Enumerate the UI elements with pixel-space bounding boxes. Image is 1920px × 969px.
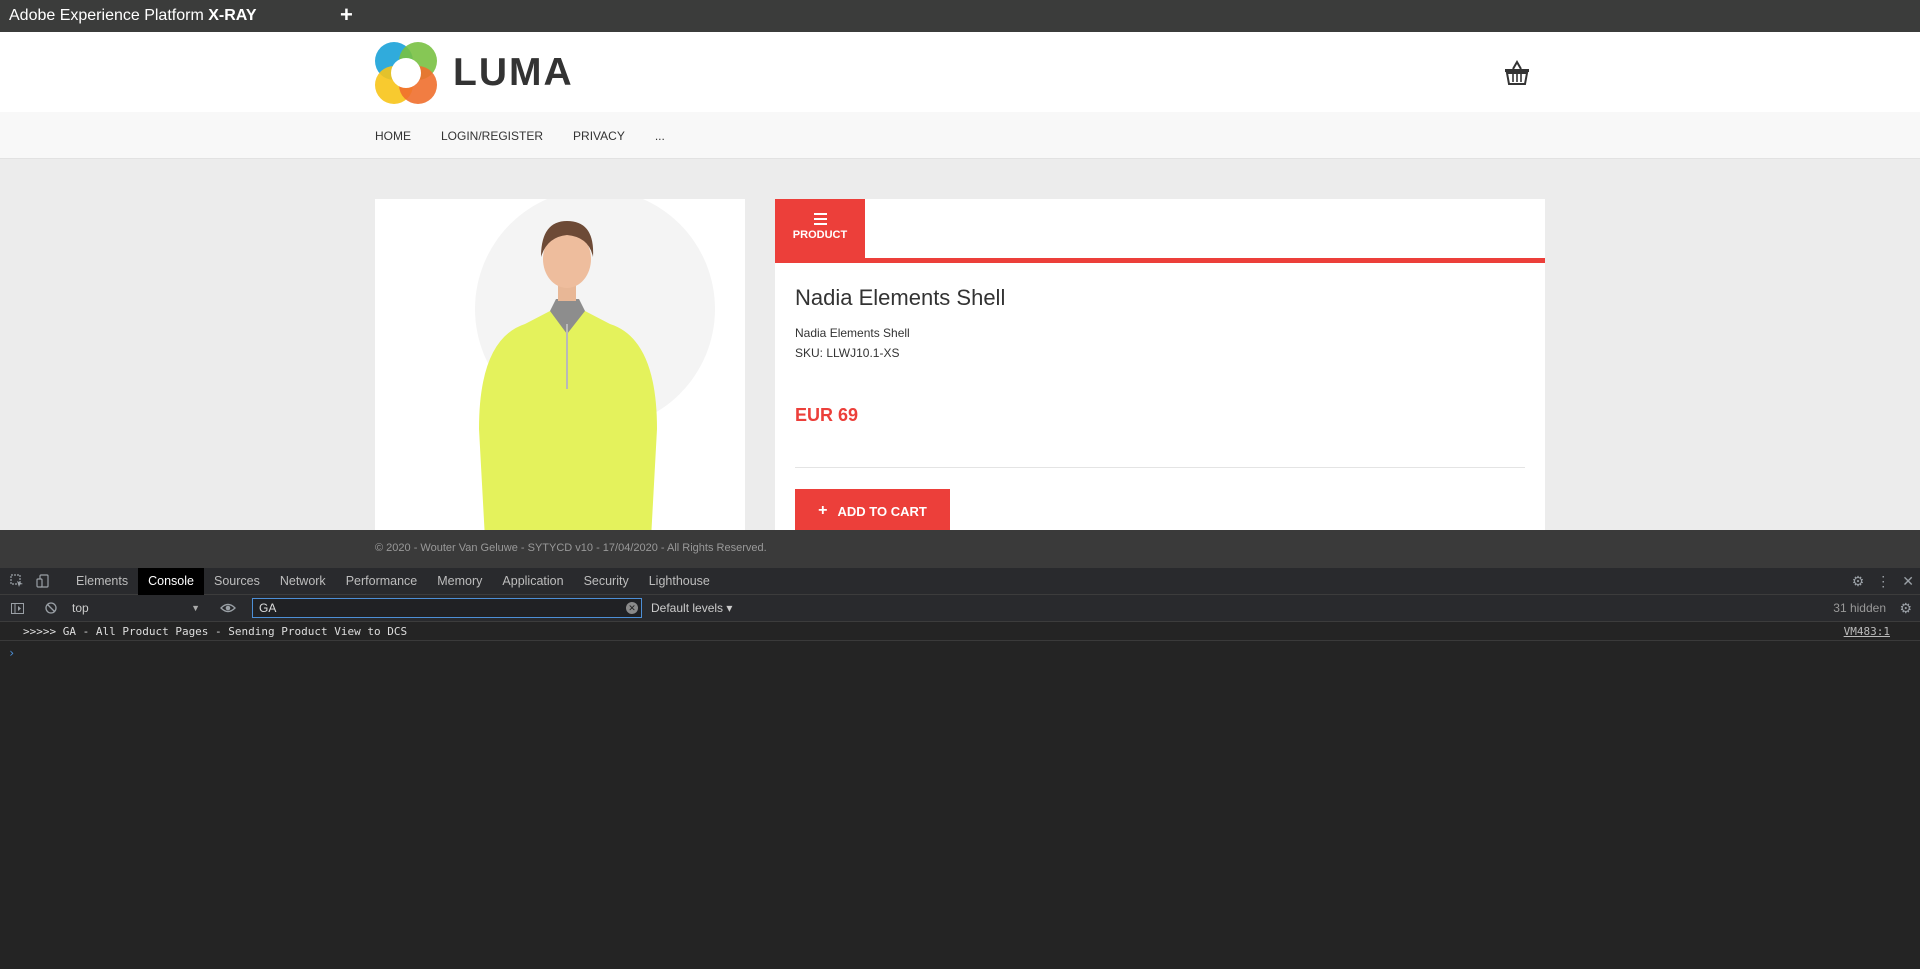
tab-application[interactable]: Application: [492, 568, 573, 595]
clear-console-icon[interactable]: [42, 599, 60, 617]
nav-privacy[interactable]: PRIVACY: [573, 129, 625, 143]
clear-filter-icon[interactable]: ✕: [626, 602, 638, 614]
log-levels-dropdown[interactable]: Default levels ▾: [651, 601, 732, 615]
xray-header-bar: Adobe Experience Platform X-RAY +: [0, 0, 1920, 32]
tab-memory[interactable]: Memory: [427, 568, 492, 595]
product-subname: Nadia Elements Shell: [795, 326, 910, 340]
nav-login-register[interactable]: LOGIN/REGISTER: [441, 129, 543, 143]
settings-gear-icon[interactable]: ⚙: [1852, 573, 1865, 590]
product-photo: [475, 199, 715, 530]
console-prompt[interactable]: ›: [8, 646, 15, 660]
product-title: Nadia Elements Shell: [795, 285, 1006, 310]
eye-icon[interactable]: [220, 601, 236, 615]
main-nav: HOME LOGIN/REGISTER PRIVACY ...: [0, 112, 1920, 159]
site-header: LUMA: [0, 32, 1920, 112]
tab-elements[interactable]: Elements: [66, 568, 138, 595]
tab-console[interactable]: Console: [138, 567, 204, 595]
devtools-tabbar: Elements Console Sources Network Perform…: [0, 567, 1920, 595]
divider: [795, 467, 1525, 468]
product-image: [375, 199, 745, 530]
console-filter-input[interactable]: [252, 598, 642, 618]
site-footer: © 2020 - Wouter Van Geluwe - SYTYCD v10 …: [0, 530, 1920, 568]
console-log-row: >>>>> GA - All Product Pages - Sending P…: [0, 622, 1920, 641]
devtools-panel: Elements Console Sources Network Perform…: [0, 567, 1920, 969]
inspect-element-icon[interactable]: [8, 572, 26, 590]
tab-network[interactable]: Network: [270, 568, 336, 595]
add-icon[interactable]: +: [340, 1, 353, 29]
tab-sources[interactable]: Sources: [204, 568, 270, 595]
basket-icon[interactable]: [1504, 60, 1530, 86]
product-price: EUR 69: [795, 405, 859, 425]
plus-icon: +: [818, 502, 828, 519]
menu-icon: [813, 213, 827, 225]
nav-home[interactable]: HOME: [375, 129, 411, 143]
tab-performance[interactable]: Performance: [336, 568, 428, 595]
website-viewport: LUMA HOME LOGIN/REGISTER PRIVACY ... PRO…: [0, 32, 1920, 530]
tab-strip: PRODUCT: [775, 199, 1545, 263]
device-toolbar-icon[interactable]: [34, 572, 52, 590]
product-details-card: PRODUCT Nadia Elements Shell Nadia Eleme…: [775, 199, 1545, 530]
console-settings-icon[interactable]: ⚙: [1899, 600, 1912, 617]
xray-title: Adobe Experience Platform X-RAY: [9, 7, 257, 24]
add-to-cart-button[interactable]: + ADD TO CART: [795, 489, 950, 530]
nav-more[interactable]: ...: [655, 129, 665, 143]
luma-logo-icon: [375, 42, 437, 104]
sidebar-toggle-icon[interactable]: [8, 599, 26, 617]
product-sku: SKU: LLWJ10.1-XS: [795, 346, 900, 360]
console-toolbar: top ▼ ✕ Default levels ▾ 31 hidden ⚙: [0, 595, 1920, 622]
context-value: top: [72, 601, 89, 615]
context-selector[interactable]: top ▼: [66, 599, 204, 618]
tab-lighthouse[interactable]: Lighthouse: [639, 568, 720, 595]
hidden-messages-count: 31 hidden: [1833, 601, 1886, 615]
tab-security[interactable]: Security: [574, 568, 639, 595]
footer-text: © 2020 - Wouter Van Geluwe - SYTYCD v10 …: [375, 542, 767, 554]
luma-logo[interactable]: LUMA: [375, 42, 575, 104]
dropdown-arrow-icon: ▼: [191, 603, 200, 613]
logo-text: LUMA: [453, 51, 574, 94]
close-icon[interactable]: ✕: [1902, 573, 1914, 590]
log-source-link[interactable]: VM483:1: [1844, 625, 1890, 638]
more-options-icon[interactable]: ⋮: [1876, 573, 1890, 590]
product-meta: Nadia Elements Shell SKU: LLWJ10.1-XS: [795, 323, 910, 363]
log-message: >>>>> GA - All Product Pages - Sending P…: [23, 625, 408, 638]
tab-product-label: PRODUCT: [792, 229, 848, 241]
add-to-cart-label: ADD TO CART: [837, 503, 927, 519]
tab-product[interactable]: PRODUCT: [775, 199, 865, 258]
